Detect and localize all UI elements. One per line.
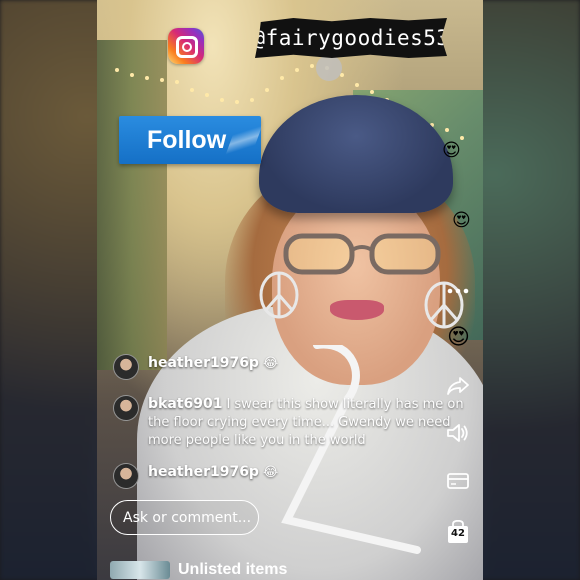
- avatar[interactable]: [113, 354, 139, 380]
- comment-body: 😂: [262, 465, 279, 480]
- comment-text: heather1976p 😂: [148, 354, 468, 373]
- bag-count: 42: [451, 528, 465, 539]
- unlisted-items-label: Unlisted items: [178, 561, 288, 578]
- comment-user[interactable]: heather1976p: [148, 464, 259, 480]
- peace-earring-left: [259, 271, 299, 319]
- comment-input[interactable]: Ask or comment...: [110, 500, 259, 535]
- reaction-emoji: 😍: [452, 210, 471, 231]
- live-video-frame: [97, 0, 483, 580]
- comment-item: heather1976p 😂: [113, 354, 468, 380]
- unlisted-items-bar[interactable]: Unlisted items: [110, 560, 287, 580]
- mouth: [330, 300, 384, 320]
- avatar[interactable]: [113, 463, 139, 489]
- follow-button-label: Follow: [147, 125, 227, 154]
- comment-text: heather1976p 😂: [148, 463, 468, 482]
- comment-item: bkat6901 I swear this show literally has …: [113, 395, 468, 450]
- newsboy-hat: [259, 95, 453, 213]
- comment-user[interactable]: bkat6901: [148, 396, 222, 412]
- swoosh-decoration: [223, 120, 265, 160]
- bag-icon[interactable]: 42: [444, 517, 472, 547]
- comment-input-placeholder: Ask or comment...: [123, 509, 252, 526]
- instagram-handle[interactable]: @fairygoodies53: [255, 18, 447, 58]
- instagram-icon[interactable]: [168, 28, 204, 64]
- comment-body: 😂: [262, 356, 279, 371]
- reaction-emoji: 😍: [442, 140, 461, 161]
- reaction-emoji: 😍: [447, 325, 470, 350]
- more-options-icon[interactable]: [444, 277, 472, 305]
- avatar[interactable]: [113, 395, 139, 421]
- comment-user[interactable]: heather1976p: [148, 355, 259, 371]
- glasses: [283, 233, 441, 275]
- comment-item: heather1976p 😂: [113, 463, 468, 489]
- comment-text: bkat6901 I swear this show literally has …: [148, 395, 468, 450]
- unlisted-items-thumbnail: [110, 561, 170, 579]
- follow-button[interactable]: Follow: [119, 116, 265, 164]
